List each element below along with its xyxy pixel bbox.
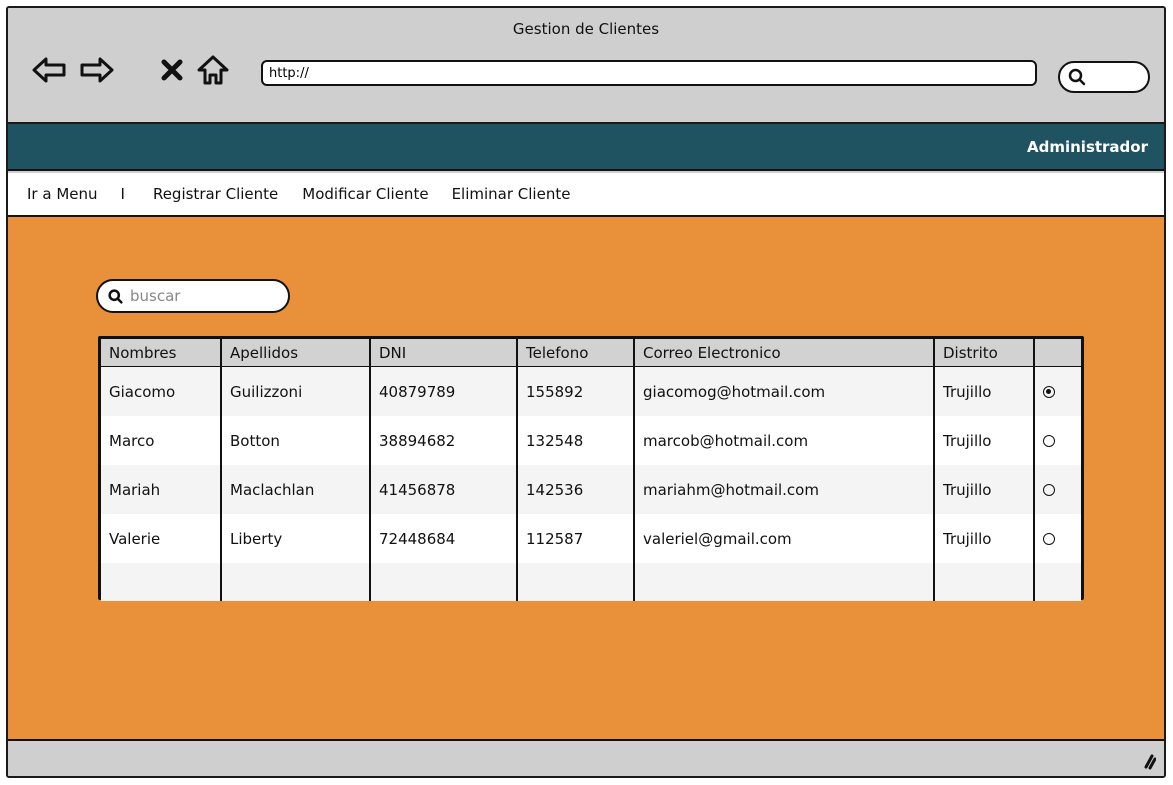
- cell-select: [1033, 465, 1081, 514]
- cell-telefono: 132548: [516, 416, 634, 465]
- cell-correo: mariahm@hotmail.com: [633, 465, 934, 514]
- row-select-radio[interactable]: [1043, 484, 1055, 496]
- search-icon: [108, 288, 123, 304]
- window-title: Gestion de Clientes: [512, 20, 660, 38]
- menu-bar: Ir a Menu I Registrar Cliente Modificar …: [8, 173, 1164, 217]
- clients-table: Nombres Apellidos DNI Telefono Correo El…: [98, 336, 1084, 601]
- close-icon[interactable]: [153, 51, 191, 89]
- cell-dni: 41456878: [369, 465, 517, 514]
- column-header-dni[interactable]: DNI: [369, 339, 517, 367]
- user-header-bar: Administrador: [8, 124, 1164, 171]
- cell-apellidos: Guilizzoni: [220, 366, 370, 416]
- browser-toolbar: Gestion de Clientes: [8, 8, 1164, 124]
- main-content: Nombres Apellidos DNI Telefono Correo El…: [8, 217, 1164, 741]
- row-select-radio[interactable]: [1043, 435, 1055, 447]
- column-header-telefono[interactable]: Telefono: [516, 339, 634, 367]
- table-row-empty: [101, 563, 1081, 601]
- resize-grip-icon[interactable]: [1138, 752, 1156, 770]
- modify-client-link[interactable]: Modificar Cliente: [302, 185, 428, 203]
- column-header-apellidos[interactable]: Apellidos: [220, 339, 370, 367]
- table-row[interactable]: Marco Botton 38894682 132548 marcob@hotm…: [101, 416, 1081, 465]
- table-row[interactable]: Valerie Liberty 72448684 112587 valeriel…: [101, 514, 1081, 563]
- column-header-correo[interactable]: Correo Electronico: [633, 339, 934, 367]
- cell-telefono: 142536: [516, 465, 634, 514]
- cell-apellidos: Maclachlan: [220, 465, 370, 514]
- cell-select: [1033, 416, 1081, 465]
- cell-nombres: Marco: [109, 431, 155, 450]
- delete-client-link[interactable]: Eliminar Cliente: [452, 185, 571, 203]
- search-input[interactable]: [128, 286, 282, 306]
- home-icon[interactable]: [194, 51, 232, 89]
- cell-telefono: 155892: [516, 366, 634, 416]
- cell-dni: 38894682: [369, 416, 517, 465]
- go-menu-link[interactable]: Ir a Menu: [27, 185, 98, 203]
- register-client-link[interactable]: Registrar Cliente: [153, 185, 278, 203]
- cell-nombres: Mariah: [109, 480, 161, 499]
- cell-distrito: Trujillo: [933, 465, 1034, 514]
- cell-correo: valeriel@gmail.com: [633, 514, 934, 563]
- cell-apellidos: Liberty: [220, 514, 370, 563]
- row-select-radio[interactable]: [1043, 386, 1055, 398]
- cell-select: [1033, 366, 1081, 416]
- cell-telefono: 112587: [516, 514, 634, 563]
- current-user-label: Administrador: [1027, 138, 1148, 156]
- menu-separator: I: [120, 185, 125, 203]
- table-row[interactable]: Giacomo Guilizzoni 40879789 155892 giaco…: [101, 366, 1081, 416]
- search-icon[interactable]: [1058, 61, 1150, 93]
- arrow-right-icon[interactable]: [78, 51, 116, 89]
- cell-correo: giacomog@hotmail.com: [633, 366, 934, 416]
- cell-dni: 72448684: [369, 514, 517, 563]
- column-header-select: [1033, 339, 1081, 367]
- cell-dni: 40879789: [369, 366, 517, 416]
- search-box[interactable]: [96, 279, 290, 313]
- browser-window: Gestion de Clientes Administrador Ir a M…: [6, 6, 1166, 778]
- table-header-row: Nombres Apellidos DNI Telefono Correo El…: [101, 339, 1081, 367]
- cell-distrito: Trujillo: [933, 416, 1034, 465]
- row-select-radio[interactable]: [1043, 533, 1055, 545]
- cell-apellidos: Botton: [220, 416, 370, 465]
- column-header-distrito[interactable]: Distrito: [933, 339, 1034, 367]
- column-header-nombres[interactable]: Nombres: [101, 339, 221, 367]
- cell-distrito: Trujillo: [933, 366, 1034, 416]
- cell-correo: marcob@hotmail.com: [633, 416, 934, 465]
- status-bar: [8, 739, 1164, 776]
- cell-distrito: Trujillo: [933, 514, 1034, 563]
- cell-nombres: Giacomo: [109, 382, 176, 401]
- url-input[interactable]: [261, 60, 1037, 86]
- table-row[interactable]: Mariah Maclachlan 41456878 142536 mariah…: [101, 465, 1081, 514]
- cell-select: [1033, 514, 1081, 563]
- arrow-left-icon[interactable]: [30, 51, 68, 89]
- cell-nombres: Valerie: [109, 529, 161, 548]
